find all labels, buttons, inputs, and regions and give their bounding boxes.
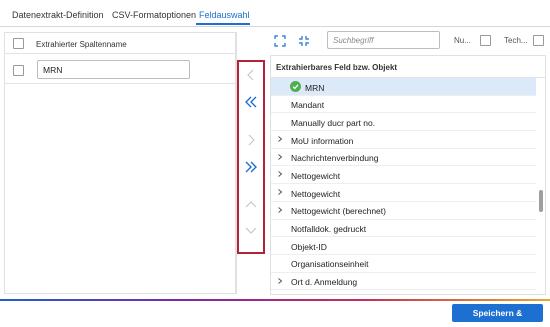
list-item-label: Nettogewicht bbox=[291, 170, 341, 181]
chevron-right-icon[interactable] bbox=[239, 134, 263, 146]
check-circle-icon bbox=[290, 81, 301, 92]
tab-csv-formatoptionen[interactable]: CSV-Formatoptionen bbox=[112, 10, 196, 20]
list-item[interactable]: Objekt-ID bbox=[271, 237, 536, 255]
flag1-checkbox[interactable] bbox=[480, 35, 491, 46]
chevron-right-icon[interactable] bbox=[277, 189, 283, 196]
list-item-label: Mandant bbox=[291, 100, 325, 111]
flag1-label: Nu... bbox=[454, 36, 471, 45]
list-item[interactable]: Organisationseinheit bbox=[271, 255, 536, 273]
available-fields-panel: Extrahierbares Feld bzw. Objekt MRN Mand… bbox=[270, 55, 546, 295]
tab-feldauswahl[interactable]: Feldauswahl bbox=[199, 10, 250, 20]
extracted-column-name-header: Extrahierter Spaltenname bbox=[36, 40, 127, 49]
list-item-label: Ort d. Anmeldung bbox=[291, 277, 358, 288]
list-item[interactable]: Nettogewicht bbox=[271, 166, 536, 185]
field-list-scrollbar[interactable] bbox=[537, 78, 545, 294]
list-item[interactable]: Nettogewicht bbox=[271, 184, 536, 202]
chevron-up-icon[interactable] bbox=[239, 200, 263, 210]
chevron-right-icon[interactable] bbox=[277, 153, 283, 160]
row-checkbox[interactable] bbox=[13, 65, 24, 76]
column-name-input[interactable] bbox=[37, 60, 190, 79]
field-list: MRN Mandant Manually ducr part no. MoU i… bbox=[271, 78, 536, 291]
chevron-down-icon[interactable] bbox=[239, 225, 263, 235]
list-item[interactable]: Ort d. Anmeldung bbox=[271, 273, 536, 291]
extracted-column-row bbox=[5, 56, 235, 84]
list-item[interactable]: Mandant bbox=[271, 96, 536, 114]
list-item-label: MoU information bbox=[291, 135, 354, 146]
list-item[interactable]: Notfalldok. gedruckt bbox=[271, 220, 536, 238]
extracted-columns-panel: Extrahierter Spaltenname bbox=[4, 32, 236, 294]
tab-datenextrakt-definition[interactable]: Datenextrakt-Definition bbox=[12, 10, 104, 20]
field-toolbar: Nu... Tech... bbox=[268, 30, 550, 52]
list-item[interactable]: Manually ducr part no. bbox=[271, 113, 536, 132]
extracted-columns-header: Extrahierter Spaltenname bbox=[5, 33, 235, 54]
tab-bar: Datenextrakt-Definition CSV-Formatoption… bbox=[0, 0, 550, 27]
list-item-label: Manually ducr part no. bbox=[291, 117, 376, 128]
list-item-label: Organisationseinheit bbox=[291, 259, 369, 270]
list-item[interactable]: MRN bbox=[271, 78, 536, 96]
footer-divider bbox=[0, 299, 550, 301]
collapse-all-icon[interactable] bbox=[298, 35, 310, 47]
chevron-right-icon[interactable] bbox=[277, 171, 283, 178]
double-chevron-left-icon[interactable] bbox=[239, 96, 263, 108]
list-item[interactable]: Nettogewicht (berechnet) bbox=[271, 202, 536, 220]
list-item-label: MRN bbox=[305, 82, 325, 93]
extractable-field-header: Extrahierbares Feld bzw. Objekt bbox=[276, 63, 398, 72]
flag2-label: Tech... bbox=[504, 36, 528, 45]
save-and-close-button[interactable]: Speichern & schließen bbox=[452, 304, 543, 327]
scrollbar-thumb[interactable] bbox=[539, 190, 543, 212]
expand-all-icon[interactable] bbox=[274, 35, 286, 47]
double-chevron-right-icon[interactable] bbox=[239, 161, 263, 173]
chevron-right-icon[interactable] bbox=[277, 136, 283, 142]
chevron-left-icon[interactable] bbox=[239, 69, 263, 81]
chevron-right-icon[interactable] bbox=[277, 277, 283, 284]
active-tab-indicator bbox=[196, 23, 250, 25]
transfer-arrows-box bbox=[237, 60, 265, 254]
list-item-label: Nachrichtenverbindung bbox=[291, 153, 379, 164]
list-item[interactable]: Nachrichtenverbindung bbox=[271, 149, 536, 167]
list-item-label: Nettogewicht bbox=[291, 188, 341, 199]
chevron-right-icon[interactable] bbox=[277, 206, 283, 213]
search-input[interactable] bbox=[327, 31, 440, 49]
flag2-checkbox[interactable] bbox=[533, 35, 544, 46]
list-item-label: Nettogewicht (berechnet) bbox=[291, 206, 386, 217]
list-item-label: Notfalldok. gedruckt bbox=[291, 224, 367, 234]
available-fields-header: Extrahierbares Feld bzw. Objekt bbox=[271, 56, 545, 78]
list-item-label: Objekt-ID bbox=[291, 241, 327, 252]
list-item[interactable]: MoU information bbox=[271, 131, 536, 149]
select-all-checkbox[interactable] bbox=[13, 38, 24, 49]
